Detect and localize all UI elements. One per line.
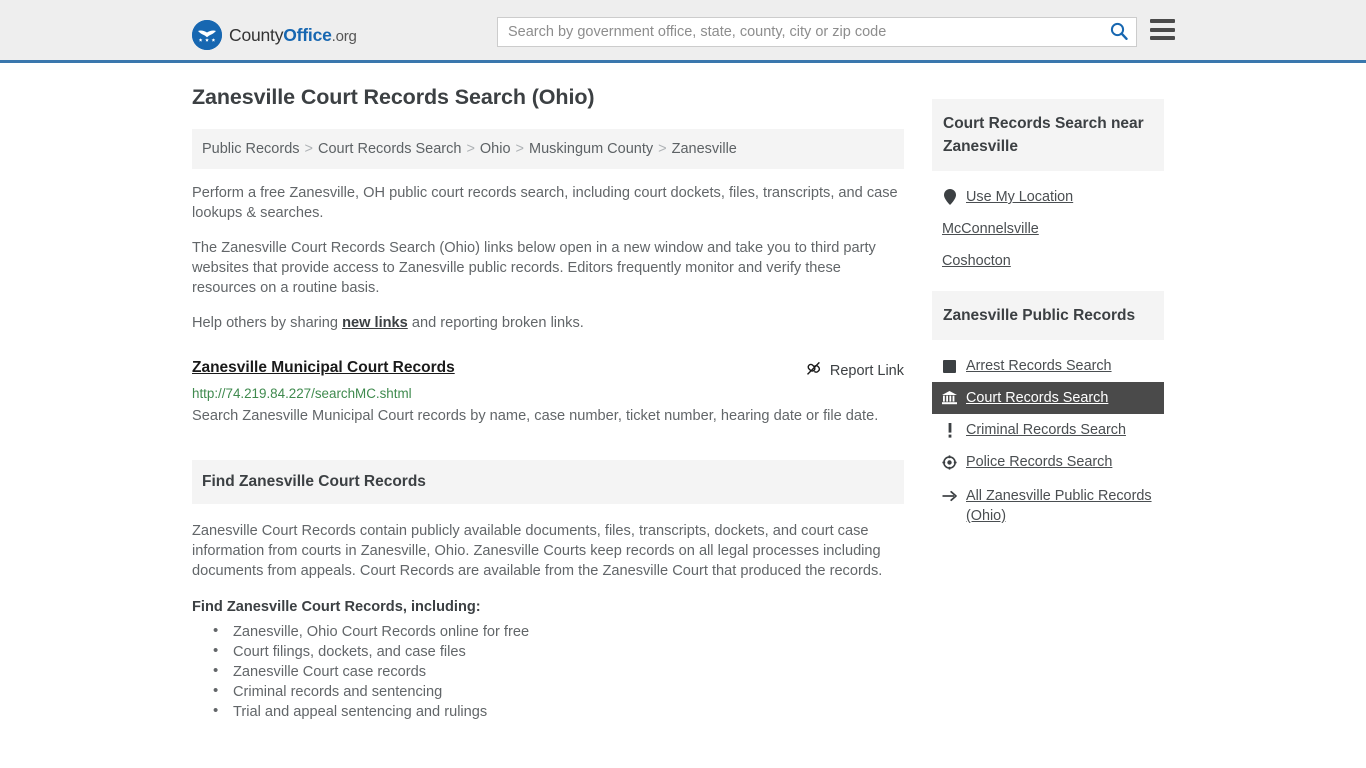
content-container: Zanesville Court Records Search (Ohio) P… xyxy=(192,63,1174,722)
page-title: Zanesville Court Records Search (Ohio) xyxy=(192,85,595,109)
site-logo-text: CountyOffice.org xyxy=(229,25,357,46)
breadcrumb-item-zanesville[interactable]: Zanesville xyxy=(672,141,737,157)
second-paragraph: The Zanesville Court Records Search (Ohi… xyxy=(192,240,876,296)
sidebar-item-label: Criminal Records Search xyxy=(966,422,1126,438)
public-records-panel-heading: Zanesville Public Records xyxy=(932,291,1164,340)
near-panel-heading: Court Records Search near Zanesville xyxy=(932,99,1164,171)
hamburger-bar-3 xyxy=(1150,36,1175,40)
sidebar-item-all-public-records[interactable]: All Zanesville Public Records (Ohio) xyxy=(932,478,1164,534)
list-item: Court filings, dockets, and case files xyxy=(213,641,904,662)
site-header: CountyOffice.org xyxy=(0,0,1366,63)
help-paragraph: Help others by sharing new links and rep… xyxy=(192,313,904,333)
sidebar-item-mcconnelsville[interactable]: McConnelsville xyxy=(932,213,1164,245)
breadcrumb-item-court-records-search[interactable]: Court Records Search xyxy=(318,141,461,157)
public-records-panel: Zanesville Public Records Arrest Records… xyxy=(932,291,1164,534)
find-records-section-heading: Find Zanesville Court Records xyxy=(192,460,904,504)
result-title-link[interactable]: Zanesville Municipal Court Records xyxy=(192,359,455,377)
fingerprint-icon xyxy=(942,358,957,374)
sidebar: Court Records Search near Zanesville Use… xyxy=(932,85,1164,722)
sidebar-item-label: Coshocton xyxy=(942,253,1011,269)
list-item: Trial and appeal sentencing and rulings xyxy=(213,701,904,722)
help-suffix: and reporting broken links. xyxy=(407,315,584,331)
report-link-label: Report Link xyxy=(829,362,904,379)
police-badge-icon xyxy=(942,454,957,470)
new-links-link[interactable]: new links xyxy=(342,315,408,331)
search-icon xyxy=(1110,22,1128,43)
sidebar-item-arrest-records-search[interactable]: Arrest Records Search xyxy=(932,350,1164,382)
page-body: Zanesville Court Records Search (Ohio) P… xyxy=(0,63,1366,722)
list-item: Zanesville, Ohio Court Records online fo… xyxy=(213,621,904,642)
sidebar-item-label: All Zanesville Public Records (Ohio) xyxy=(966,488,1152,524)
find-records-sub-heading: Find Zanesville Court Records, including… xyxy=(192,599,481,615)
breadcrumb-item-ohio[interactable]: Ohio xyxy=(480,141,511,157)
logo-text-office: Office xyxy=(283,24,332,45)
find-records-bullet-list: Zanesville, Ohio Court Records online fo… xyxy=(192,621,904,722)
sidebar-item-use-my-location[interactable]: Use My Location xyxy=(932,181,1164,213)
eagle-shield-icon xyxy=(192,20,222,50)
site-logo[interactable]: CountyOffice.org xyxy=(192,20,357,50)
result-item: Zanesville Municipal Court Records Repor… xyxy=(192,359,904,426)
hamburger-bar-1 xyxy=(1150,19,1175,23)
arrow-right-icon xyxy=(942,488,957,504)
logo-text-county: County xyxy=(229,24,284,45)
logo-text-org: .org xyxy=(331,27,357,45)
public-records-panel-body: Arrest Records Search Court Records Sear… xyxy=(932,340,1164,534)
map-pin-icon xyxy=(942,189,957,205)
find-records-paragraph: Zanesville Court Records contain publicl… xyxy=(192,523,883,579)
help-prefix: Help others by sharing xyxy=(192,315,343,331)
find-records-section-body: Zanesville Court Records contain publicl… xyxy=(192,504,904,722)
intro-paragraph: Perform a free Zanesville, OH public cou… xyxy=(192,185,898,221)
breadcrumb-item-public-records[interactable]: Public Records xyxy=(202,141,300,157)
list-item: Criminal records and sentencing xyxy=(213,681,904,702)
result-header-row: Zanesville Municipal Court Records Repor… xyxy=(192,359,904,381)
breadcrumb: Public Records > Court Records Search > Ohio… xyxy=(192,129,904,169)
courthouse-icon xyxy=(942,390,957,406)
exclamation-icon xyxy=(942,422,957,438)
near-panel: Court Records Search near Zanesville Use… xyxy=(932,99,1164,277)
broken-link-icon xyxy=(805,360,822,381)
sidebar-item-label: Police Records Search xyxy=(966,454,1113,470)
search-bar[interactable] xyxy=(497,17,1137,47)
sidebar-item-coshocton[interactable]: Coshocton xyxy=(932,245,1164,277)
result-url[interactable]: http://74.219.84.227/searchMC.shtml xyxy=(192,386,904,401)
sidebar-item-label: Court Records Search xyxy=(966,390,1109,406)
report-link-button[interactable]: Report Link xyxy=(805,359,904,381)
sidebar-item-label: Arrest Records Search xyxy=(966,358,1112,374)
sidebar-item-court-records-search[interactable]: Court Records Search xyxy=(932,382,1164,414)
list-item: Zanesville Court case records xyxy=(213,661,904,682)
search-input[interactable] xyxy=(498,18,1102,46)
near-panel-body: Use My Location McConnelsville Coshocton xyxy=(932,171,1164,277)
hamburger-bar-2 xyxy=(1150,27,1175,32)
breadcrumb-item-muskingum-county[interactable]: Muskingum County xyxy=(529,141,653,157)
breadcrumb-separator: > xyxy=(466,141,475,157)
main-column: Zanesville Court Records Search (Ohio) P… xyxy=(192,85,904,722)
sidebar-item-label: Use My Location xyxy=(966,189,1074,205)
breadcrumb-separator: > xyxy=(658,141,667,157)
sidebar-item-police-records-search[interactable]: Police Records Search xyxy=(932,446,1164,478)
search-button[interactable] xyxy=(1102,18,1136,46)
sidebar-item-criminal-records-search[interactable]: Criminal Records Search xyxy=(932,414,1164,446)
hamburger-menu-icon[interactable] xyxy=(1150,19,1175,40)
sidebar-item-label: McConnelsville xyxy=(942,221,1039,237)
breadcrumb-separator: > xyxy=(304,141,313,157)
breadcrumb-separator: > xyxy=(515,141,525,157)
result-description: Search Zanesville Municipal Court record… xyxy=(192,408,879,424)
